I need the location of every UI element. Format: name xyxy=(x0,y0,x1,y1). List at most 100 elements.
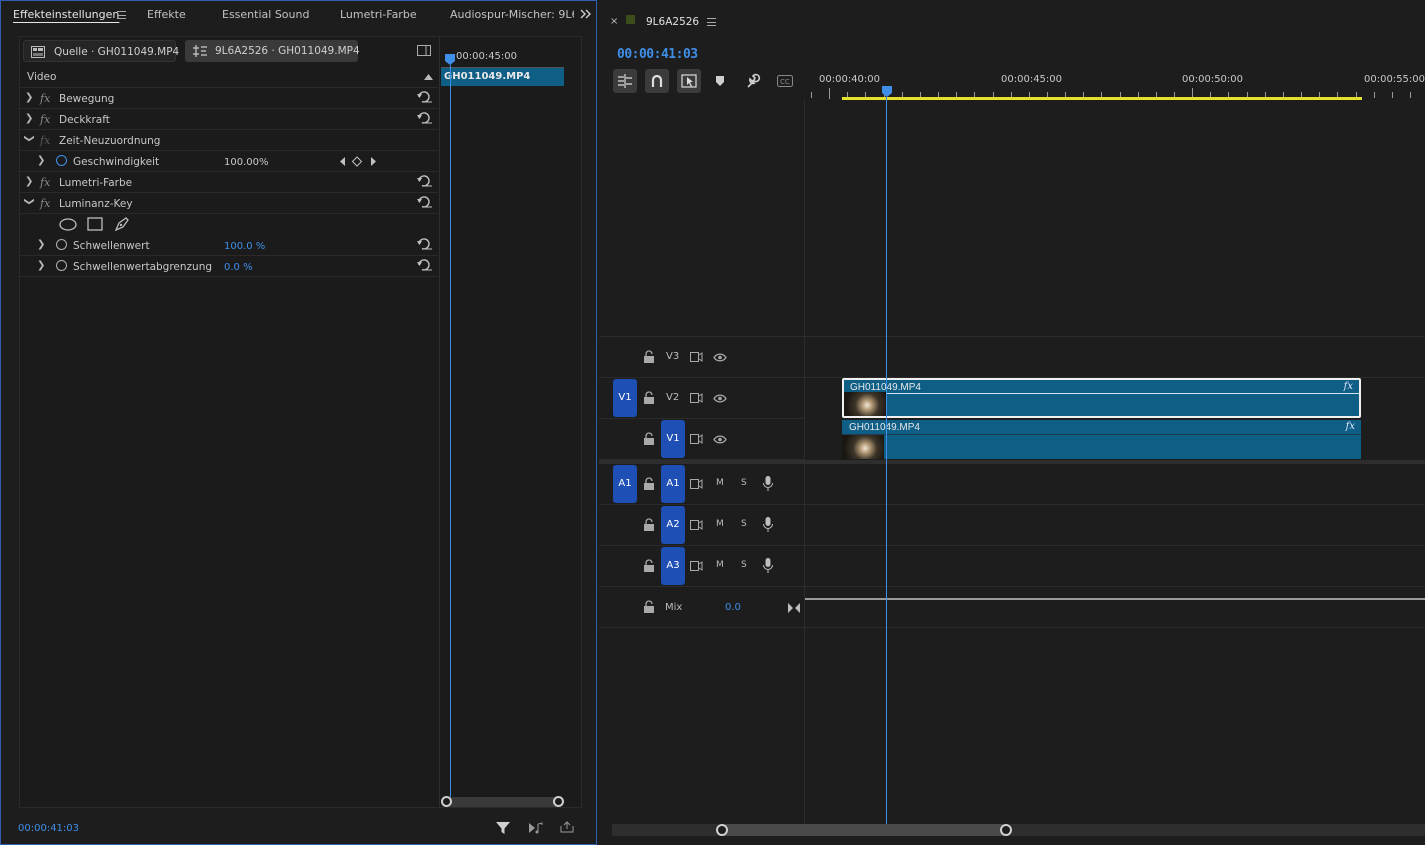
voice-over-mic-icon[interactable] xyxy=(763,476,773,491)
playhead-timecode[interactable]: 00:00:41:03 xyxy=(617,47,698,62)
mini-zoom-scrollbar[interactable] xyxy=(446,797,560,807)
track-v2-header[interactable]: V1 V2 xyxy=(599,378,804,419)
reset-icon[interactable] xyxy=(417,196,433,208)
mini-clip[interactable]: GH011049.MP4 xyxy=(441,68,564,86)
play-audio-icon[interactable] xyxy=(528,822,544,834)
timeline-clip-v2[interactable]: GH011049.MP4 fx xyxy=(842,378,1361,418)
nest-toggle-button[interactable] xyxy=(613,69,637,93)
reset-icon[interactable] xyxy=(417,112,433,124)
effect-controls-timecode[interactable]: 00:00:41:03 xyxy=(18,823,79,834)
collapse-chevron-icon[interactable]: ❯ xyxy=(24,197,35,205)
go-to-in-out-icon[interactable] xyxy=(788,603,800,613)
ellipse-mask-icon[interactable] xyxy=(59,218,77,231)
mix-volume-value[interactable]: 0.0 xyxy=(725,602,741,613)
threshold-value[interactable]: 100.0 % xyxy=(224,241,265,252)
toggle-timeline-icon[interactable] xyxy=(417,45,431,56)
tab-lumetri-color[interactable]: Lumetri-Farbe xyxy=(340,8,417,21)
close-sequence-icon[interactable]: × xyxy=(610,16,618,27)
expand-chevron-icon[interactable]: ❯ xyxy=(37,260,45,271)
lock-icon[interactable] xyxy=(643,391,655,404)
filter-icon[interactable] xyxy=(496,821,510,835)
sync-lock-icon[interactable] xyxy=(690,479,703,489)
sync-lock-icon[interactable] xyxy=(690,352,703,362)
mute-button[interactable]: M xyxy=(716,560,724,570)
stopwatch-icon[interactable] xyxy=(56,260,67,271)
mix-volume-line[interactable] xyxy=(805,598,1425,600)
expand-chevron-icon[interactable]: ❯ xyxy=(25,92,33,103)
clip-fx-badge[interactable]: fx xyxy=(1346,421,1355,432)
keyframe-navigator[interactable] xyxy=(339,156,379,167)
track-a3-header[interactable]: A3 M S xyxy=(599,546,804,587)
zoom-handle-right[interactable] xyxy=(553,796,564,807)
mute-button[interactable]: M xyxy=(716,478,724,488)
property-row-speed[interactable]: ❯ Geschwindigkeit 100.00% xyxy=(20,151,438,172)
eye-icon[interactable] xyxy=(713,394,727,403)
sync-lock-icon[interactable] xyxy=(690,393,703,403)
timeline-menu-icon[interactable] xyxy=(707,18,716,26)
effect-row-lumetri[interactable]: ❯ fx Lumetri-Farbe xyxy=(20,172,438,193)
sequence-tab[interactable]: 9L6A2526 · GH011049.MP4 xyxy=(185,40,360,62)
zoom-handle-right[interactable] xyxy=(1000,824,1012,836)
zoom-handle-left[interactable] xyxy=(716,824,728,836)
zoom-handle-left[interactable] xyxy=(441,796,452,807)
fx-icon[interactable]: fx xyxy=(40,197,50,210)
effect-row-time-remapping[interactable]: ❯ fx Zeit-Neuzuordnung xyxy=(20,130,438,151)
solo-button[interactable]: S xyxy=(741,560,747,570)
expand-chevron-icon[interactable]: ❯ xyxy=(25,113,33,124)
linked-selection-button[interactable] xyxy=(677,69,701,93)
tab-audio-mixer[interactable]: Audiospur-Mischer: 9L6A xyxy=(450,8,574,21)
captions-icon[interactable]: CC xyxy=(777,75,793,87)
reset-icon[interactable] xyxy=(417,259,433,271)
fx-icon[interactable]: fx xyxy=(40,176,50,189)
track-a1-header[interactable]: A1 A1 M S xyxy=(599,464,804,505)
voice-over-mic-icon[interactable] xyxy=(763,558,773,573)
collapse-triangle-icon[interactable] xyxy=(424,74,433,80)
playhead-line[interactable] xyxy=(886,97,887,824)
tab-effect-controls[interactable]: Effekteinstellungen xyxy=(13,8,119,21)
tab-effects[interactable]: Effekte xyxy=(147,8,186,21)
speed-value[interactable]: 100.00% xyxy=(224,157,269,168)
track-a2-header[interactable]: A2 M S xyxy=(599,505,804,546)
eye-icon[interactable] xyxy=(713,353,727,362)
mix-track-header[interactable]: Mix 0.0 xyxy=(599,587,804,628)
sequence-tab-title[interactable]: 9L6A2526 xyxy=(646,16,699,28)
effect-row-motion[interactable]: ❯ fx Bewegung xyxy=(20,88,438,109)
sync-lock-icon[interactable] xyxy=(690,520,703,530)
eye-icon[interactable] xyxy=(713,435,727,444)
playhead-icon[interactable] xyxy=(881,86,893,98)
rectangle-mask-icon[interactable] xyxy=(87,217,103,231)
fx-icon[interactable]: fx xyxy=(40,134,50,147)
effect-row-luma-key[interactable]: ❯ fx Luminanz-Key xyxy=(20,193,438,214)
add-marker-icon[interactable] xyxy=(715,75,725,87)
work-area-bar[interactable] xyxy=(842,97,1362,100)
panel-menu-icon[interactable] xyxy=(117,11,126,19)
track-v3-header[interactable]: V3 xyxy=(599,337,804,378)
expand-chevron-icon[interactable]: ❯ xyxy=(37,155,45,166)
snap-button[interactable] xyxy=(645,69,669,93)
cutoff-value[interactable]: 0.0 % xyxy=(224,262,253,273)
sync-lock-icon[interactable] xyxy=(690,434,703,444)
wrench-icon[interactable] xyxy=(745,73,761,89)
property-row-cutoff[interactable]: ❯ Schwellenwertabgrenzung 0.0 % xyxy=(20,256,438,277)
overflow-chevrons-icon[interactable] xyxy=(580,9,592,19)
clip-fx-badge[interactable]: fx xyxy=(1344,381,1353,392)
lock-icon[interactable] xyxy=(643,600,655,613)
expand-chevron-icon[interactable]: ❯ xyxy=(37,239,45,250)
lock-icon[interactable] xyxy=(643,350,655,363)
track-target-a1[interactable]: A1 xyxy=(661,465,685,503)
timeline-zoom-scrollbar[interactable] xyxy=(718,824,1008,836)
pen-mask-icon[interactable] xyxy=(114,216,130,232)
reset-icon[interactable] xyxy=(417,91,433,103)
expand-chevron-icon[interactable]: ❯ xyxy=(25,176,33,187)
stopwatch-icon[interactable] xyxy=(56,155,67,166)
fx-icon[interactable]: fx xyxy=(40,113,50,126)
property-row-threshold[interactable]: ❯ Schwellenwert 100.0 % xyxy=(20,235,438,256)
track-target-v1[interactable]: V1 xyxy=(661,420,685,458)
collapse-chevron-icon[interactable]: ❯ xyxy=(24,134,35,142)
fx-icon[interactable]: fx xyxy=(40,92,50,105)
stopwatch-icon[interactable] xyxy=(56,239,67,250)
effect-row-opacity[interactable]: ❯ fx Deckkraft xyxy=(20,109,438,130)
lock-icon[interactable] xyxy=(643,518,655,531)
timeline-clip-v1[interactable]: GH011049.MP4 fx xyxy=(842,420,1361,459)
track-v1-header[interactable]: V1 xyxy=(599,419,804,460)
